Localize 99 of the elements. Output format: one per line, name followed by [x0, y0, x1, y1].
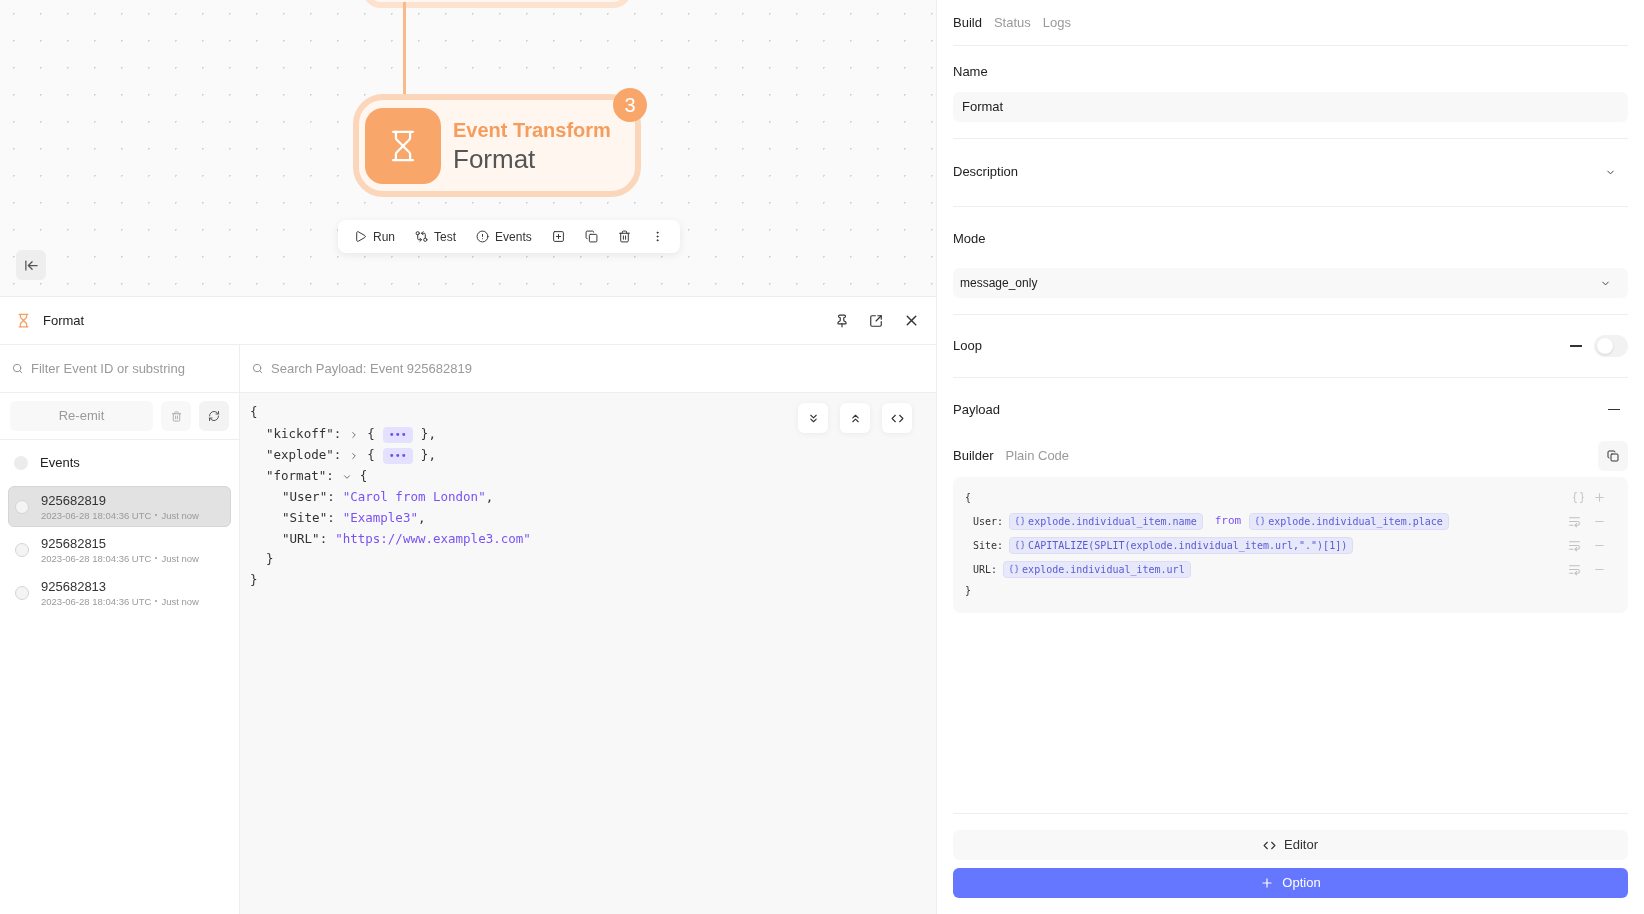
- event-age: Just now: [161, 551, 199, 565]
- tab[interactable]: Build: [953, 12, 982, 33]
- json-brace: {: [367, 425, 375, 444]
- json-brace: {: [965, 490, 972, 505]
- delete-button[interactable]: [161, 401, 191, 431]
- search-icon: [252, 363, 263, 374]
- copy-icon: [584, 230, 598, 243]
- plus-icon[interactable]: [1593, 490, 1606, 504]
- event-checkbox[interactable]: [15, 499, 29, 514]
- collapsed-pill[interactable]: •••: [382, 426, 413, 443]
- event-checkbox[interactable]: [15, 585, 29, 600]
- refresh-button[interactable]: [199, 401, 229, 431]
- minus-icon: [1608, 408, 1620, 411]
- field-label: Loop: [953, 337, 982, 356]
- json-string: "Example3": [342, 509, 418, 528]
- expand-all-button[interactable]: [798, 403, 828, 433]
- json-comma: ,: [417, 509, 426, 528]
- field-label: Payload: [953, 400, 1000, 419]
- hourglass-icon: [16, 313, 31, 328]
- compare-arrows-icon: [415, 230, 428, 243]
- json-string: "https://www.example3.com": [335, 530, 531, 549]
- event-checkbox[interactable]: [15, 542, 29, 557]
- json-brace: },: [420, 446, 436, 465]
- pin-icon[interactable]: [835, 313, 849, 328]
- braces-icon[interactable]: [1572, 490, 1585, 504]
- add-option-button[interactable]: Option: [953, 868, 1628, 898]
- json-key: "kickoff":: [266, 425, 342, 444]
- text-wrap-icon[interactable]: [1568, 562, 1581, 576]
- json-brace: {: [367, 446, 375, 465]
- expression-chip[interactable]: explode.individual_item.name: [1009, 512, 1203, 530]
- event-age: Just now: [161, 508, 199, 522]
- event-time: 2023-06-28 18:04:36 UTC: [41, 508, 152, 522]
- copy-button[interactable]: [1598, 441, 1628, 471]
- braces-icon: [1009, 563, 1020, 574]
- search-icon: [12, 363, 23, 374]
- event-id: 925682813: [41, 577, 108, 595]
- loop-toggle[interactable]: [1594, 335, 1628, 357]
- minus-icon: [1570, 345, 1582, 347]
- field-key: Site:: [973, 537, 1004, 553]
- json-brace: }: [250, 572, 258, 587]
- play-icon: [354, 230, 367, 243]
- square-plus-icon: [551, 230, 565, 243]
- braces-icon: [1015, 515, 1026, 526]
- field-key: User:: [973, 513, 1004, 529]
- json-comma: ,: [485, 488, 494, 507]
- events-button[interactable]: Events: [468, 222, 540, 251]
- braces-icon: [1015, 539, 1026, 550]
- event-time: 2023-06-28 18:04:36 UTC: [41, 551, 152, 565]
- json-key: "User":: [282, 488, 335, 507]
- count-badge: 3: [613, 88, 647, 122]
- node-name: Format: [453, 142, 537, 175]
- collapsed-pill[interactable]: •••: [382, 447, 413, 464]
- description-section[interactable]: Description: [953, 138, 1628, 207]
- expression-chip[interactable]: CAPITALIZE(SPLIT(explode.individual_item.url,".")[1]): [1009, 536, 1354, 554]
- expression-chip[interactable]: explode.individual_item.url: [1003, 560, 1191, 578]
- json-brace: },: [420, 425, 436, 444]
- json-key: "format":: [266, 467, 334, 486]
- json-brace: }: [965, 585, 972, 596]
- filter-field[interactable]: Filter Event ID or substring: [31, 358, 227, 379]
- text-wrap-icon[interactable]: [1568, 538, 1581, 552]
- event-row[interactable]: 925682819 2023-06-28 18:04:36 UTC Just now: [8, 486, 231, 527]
- alert-circle-icon: [476, 230, 490, 243]
- json-string: "Carol from London": [342, 488, 486, 507]
- collapse-button[interactable]: [16, 250, 46, 280]
- copy-icon: [1607, 450, 1619, 462]
- editor-button[interactable]: Editor: [953, 830, 1628, 860]
- name-field[interactable]: Format: [953, 91, 1628, 122]
- json-key: "URL":: [282, 530, 328, 549]
- external-link-icon[interactable]: [869, 313, 883, 328]
- event-age: Just now: [161, 594, 199, 608]
- json-key: "explode":: [266, 446, 342, 465]
- panel-title: Format: [43, 311, 85, 330]
- text-wrap-icon[interactable]: [1568, 514, 1581, 528]
- braces-icon: [1255, 515, 1266, 526]
- mode-select[interactable]: message_only: [953, 268, 1628, 298]
- json-brace: {: [359, 467, 368, 486]
- field-label: Name: [953, 63, 989, 81]
- event-id: 925682815: [41, 534, 108, 552]
- payload-search-field[interactable]: Search Payload: Event 925682819: [271, 358, 924, 379]
- json-brace: {: [250, 404, 258, 419]
- node-type: Event Transform: [453, 117, 611, 143]
- tab[interactable]: Builder: [953, 446, 994, 466]
- run-button[interactable]: Run: [346, 222, 403, 251]
- literal-text: from: [1214, 512, 1242, 529]
- field-label: Mode: [953, 229, 987, 248]
- event-id: 925682819: [41, 491, 108, 509]
- event-time: 2023-06-28 18:04:36 UTC: [41, 594, 152, 608]
- collapse-all-button[interactable]: [840, 403, 870, 433]
- events-label: Events: [40, 454, 80, 473]
- test-button[interactable]: Test: [407, 222, 465, 251]
- json-brace: }: [266, 551, 274, 566]
- trash-icon: [617, 230, 631, 243]
- trash-icon: [170, 410, 182, 422]
- expression-chip[interactable]: explode.individual_item.place: [1249, 512, 1449, 530]
- json-key: "Site":: [282, 509, 335, 528]
- field-key: URL:: [973, 561, 998, 577]
- refresh-icon: [208, 410, 220, 422]
- plus-icon: [1260, 876, 1275, 890]
- code-view-button[interactable]: [882, 403, 912, 433]
